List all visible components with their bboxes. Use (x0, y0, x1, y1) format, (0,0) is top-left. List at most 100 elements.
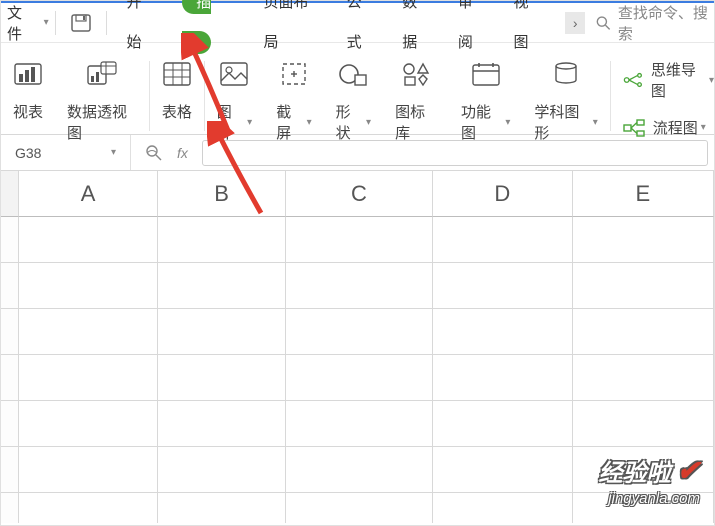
ribbon-label: 数据透视图 (67, 101, 137, 143)
formula-input[interactable] (202, 140, 708, 166)
cell[interactable] (158, 447, 285, 493)
cell[interactable] (19, 309, 158, 355)
column-header[interactable]: B (158, 171, 285, 217)
cell-reference: G38 (15, 145, 41, 161)
picture-icon (219, 57, 249, 91)
tab-pagelayout[interactable]: 页面布局 (249, 0, 332, 63)
chevron-down-icon: ▾ (307, 117, 312, 128)
row-header[interactable] (1, 263, 19, 309)
tab-view[interactable]: 视图 (499, 0, 555, 63)
tab-start[interactable]: 开始 (112, 0, 168, 63)
cell[interactable] (573, 401, 714, 447)
column-header[interactable]: D (433, 171, 572, 217)
cell[interactable] (433, 263, 572, 309)
mindmap-icon (623, 71, 643, 89)
ribbon-label: 表格 (162, 101, 192, 122)
flowchart-icon (623, 119, 645, 137)
chevron-down-icon: ▾ (709, 75, 714, 86)
file-menu[interactable]: 文件 (1, 2, 41, 44)
cell[interactable] (286, 401, 433, 447)
zoom-icon[interactable] (145, 144, 163, 162)
cell[interactable] (573, 355, 714, 401)
cell[interactable] (433, 493, 572, 523)
column-header[interactable]: A (19, 171, 158, 217)
row-header[interactable] (1, 447, 19, 493)
row-header[interactable] (1, 493, 19, 523)
chevron-down-icon: ▾ (247, 117, 252, 128)
cell[interactable] (19, 493, 158, 523)
icon-library-icon (401, 57, 431, 91)
subject-shapes-icon (551, 57, 581, 91)
cell[interactable] (286, 217, 433, 263)
search-placeholder: 查找命令、搜索 (618, 2, 714, 44)
cell[interactable] (433, 401, 572, 447)
cell[interactable] (158, 355, 285, 401)
subject-shapes-button[interactable]: 学科图形▾ (522, 57, 609, 143)
cell[interactable] (19, 355, 158, 401)
menu-bar: 文件 ▾ 开始 插入 页面布局 公式 数据 审阅 视图 › 查找命令、搜索 (1, 3, 714, 43)
ribbon-label: 截屏 (276, 101, 303, 143)
cell[interactable] (286, 263, 433, 309)
function-chart-button[interactable]: 功能图▾ (449, 57, 522, 143)
cell[interactable] (573, 263, 714, 309)
chevron-down-icon: ▾ (44, 17, 49, 28)
table-row (1, 217, 714, 263)
chevron-down-icon: ▾ (701, 122, 706, 133)
row-header[interactable] (1, 217, 19, 263)
ribbon-label: 图标库 (395, 101, 437, 143)
cell[interactable] (286, 493, 433, 523)
screenshot-icon (279, 57, 309, 91)
ribbon-label: 思维导图 (651, 59, 706, 101)
cell[interactable] (158, 493, 285, 523)
cell[interactable] (433, 355, 572, 401)
cell[interactable] (19, 401, 158, 447)
chart-button[interactable]: 视表 (1, 57, 55, 122)
cell[interactable] (19, 447, 158, 493)
ribbon-label: 形状 (336, 101, 363, 143)
column-header[interactable]: E (573, 171, 714, 217)
flowchart-button[interactable]: 流程图 ▾ (623, 117, 714, 138)
cell[interactable] (158, 217, 285, 263)
row-header[interactable] (1, 401, 19, 447)
chevron-down-icon: ▾ (593, 117, 598, 128)
screenshot-button[interactable]: 截屏 ▾ (264, 57, 323, 143)
cell[interactable] (433, 309, 572, 355)
chevron-down-icon: ▾ (366, 117, 371, 128)
column-header[interactable]: C (286, 171, 433, 217)
cell[interactable] (573, 309, 714, 355)
table-button[interactable]: 表格 (150, 57, 204, 122)
pivot-button[interactable]: 数据透视图 (55, 57, 149, 143)
cell[interactable] (286, 309, 433, 355)
shapes-button[interactable]: 形状▾ (324, 57, 383, 143)
ribbon-label: 视表 (13, 101, 43, 122)
tab-review[interactable]: 审阅 (444, 0, 500, 63)
cell[interactable] (158, 309, 285, 355)
cell[interactable] (286, 447, 433, 493)
picture-button[interactable]: 图片▾ (205, 57, 264, 143)
cell[interactable] (158, 401, 285, 447)
cell[interactable] (433, 217, 572, 263)
select-all-corner[interactable] (1, 171, 19, 217)
mindmap-button[interactable]: 思维导图 ▾ (623, 59, 714, 101)
tab-insert[interactable]: 插入 (168, 0, 249, 63)
chevron-down-icon: ▾ (111, 147, 116, 158)
iconlib-button[interactable]: 图标库 (383, 57, 449, 143)
save-icon[interactable] (62, 13, 100, 33)
tab-formulas[interactable]: 公式 (333, 0, 389, 63)
cell[interactable] (573, 217, 714, 263)
cell[interactable] (433, 447, 572, 493)
table-icon (162, 57, 192, 91)
watermark-text: 经验啦 (599, 453, 671, 488)
cell[interactable] (19, 263, 158, 309)
row-header[interactable] (1, 355, 19, 401)
tab-data[interactable]: 数据 (388, 0, 444, 63)
cell[interactable] (158, 263, 285, 309)
search-box[interactable]: 查找命令、搜索 (595, 2, 714, 44)
shapes-icon (338, 57, 368, 91)
watermark: 经验啦 ✔ jingyanla.com (599, 453, 700, 507)
fx-label[interactable]: fx (177, 145, 188, 161)
tabs-overflow-button[interactable]: › (565, 12, 585, 34)
row-header[interactable] (1, 309, 19, 355)
cell[interactable] (19, 217, 158, 263)
cell[interactable] (286, 355, 433, 401)
